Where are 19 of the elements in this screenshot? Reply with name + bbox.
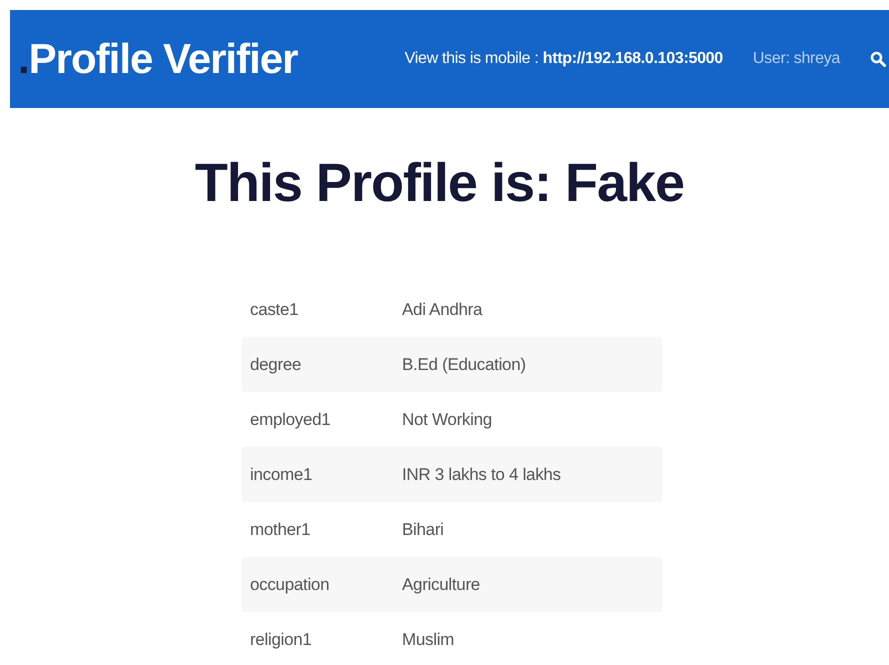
result-heading: This Profile is: Fake (194, 152, 686, 214)
field-cell: mother1 (242, 502, 394, 557)
mobile-link[interactable]: View this is mobile : http://192.168.0.103:5000 (404, 50, 723, 68)
value-cell: Not Working (394, 392, 662, 447)
field-cell: caste1 (242, 282, 394, 337)
value-cell: INR 3 lakhs to 4 lakhs (394, 447, 662, 502)
search-icon[interactable] (870, 51, 886, 67)
value-cell: B.Ed (Education) (394, 337, 662, 392)
value-cell: Bihari (394, 502, 662, 557)
field-cell: degree (242, 337, 394, 392)
field-cell: income1 (242, 447, 394, 502)
field-cell: employed1 (242, 392, 394, 447)
value-cell: Muslim (394, 612, 662, 665)
field-cell: religion1 (242, 612, 394, 665)
value-cell: Adi Andhra (394, 282, 662, 337)
field-cell: occupation (242, 557, 394, 612)
value-cell: Agriculture (394, 557, 662, 612)
logo[interactable]: .Profile Verifier (18, 35, 298, 83)
user-label: User: shreya (752, 50, 840, 68)
